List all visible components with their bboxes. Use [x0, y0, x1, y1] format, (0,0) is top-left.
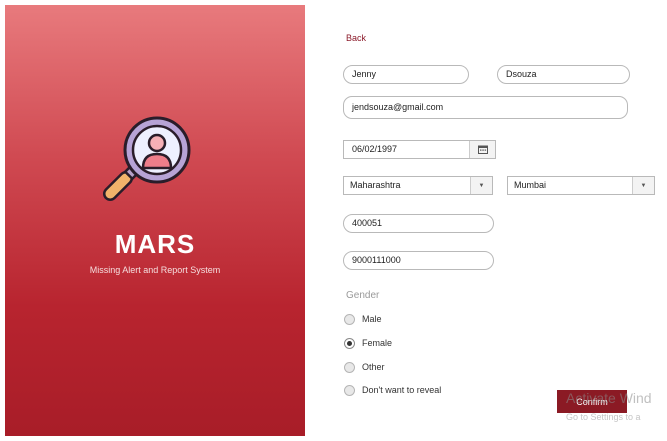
app-title: MARS [114, 229, 196, 259]
radio-label: Female [362, 338, 393, 348]
magnifier-person-icon [102, 116, 191, 202]
radio-button-selected[interactable] [344, 337, 355, 349]
phone-input[interactable]: 9000111000 [343, 251, 494, 270]
activate-windows-watermark: Activate Wind [566, 390, 652, 406]
calendar-icon[interactable] [469, 141, 495, 158]
gender-option-male[interactable]: Male [344, 312, 382, 326]
state-select[interactable]: Maharashtra ▼ [343, 176, 493, 195]
pincode-input[interactable]: 400051 [343, 214, 494, 233]
first-name-input[interactable]: Jenny [343, 65, 469, 84]
email-input[interactable]: jendsouza@gmail.com [343, 96, 628, 119]
state-value: Maharashtra [350, 180, 401, 190]
radio-label: Don't want to reveal [362, 385, 442, 395]
back-link[interactable]: Back [346, 33, 366, 43]
radio-label: Male [362, 314, 382, 324]
dob-picker[interactable]: 06/02/1997 [343, 140, 496, 159]
gender-option-no-reveal[interactable]: Don't want to reveal [344, 383, 441, 397]
dob-value: 06/02/1997 [352, 144, 398, 154]
activate-windows-hint: Go to Settings to a [566, 412, 641, 422]
brand-panel: MARS Missing Alert and Report System [5, 5, 305, 436]
chevron-down-icon[interactable]: ▼ [632, 177, 654, 194]
city-select[interactable]: Mumbai ▼ [507, 176, 655, 195]
radio-button[interactable] [344, 361, 355, 373]
radio-label: Other [362, 362, 385, 372]
gender-label: Gender [346, 290, 380, 301]
chevron-down-icon[interactable]: ▼ [470, 177, 492, 194]
radio-button[interactable] [344, 313, 355, 325]
city-value: Mumbai [514, 180, 547, 190]
gender-option-female[interactable]: Female [344, 336, 392, 350]
last-name-input[interactable]: Dsouza [497, 65, 630, 84]
app-subtitle: Missing Alert and Report System [89, 265, 221, 275]
gender-option-other[interactable]: Other [344, 360, 385, 374]
radio-button[interactable] [344, 384, 355, 396]
